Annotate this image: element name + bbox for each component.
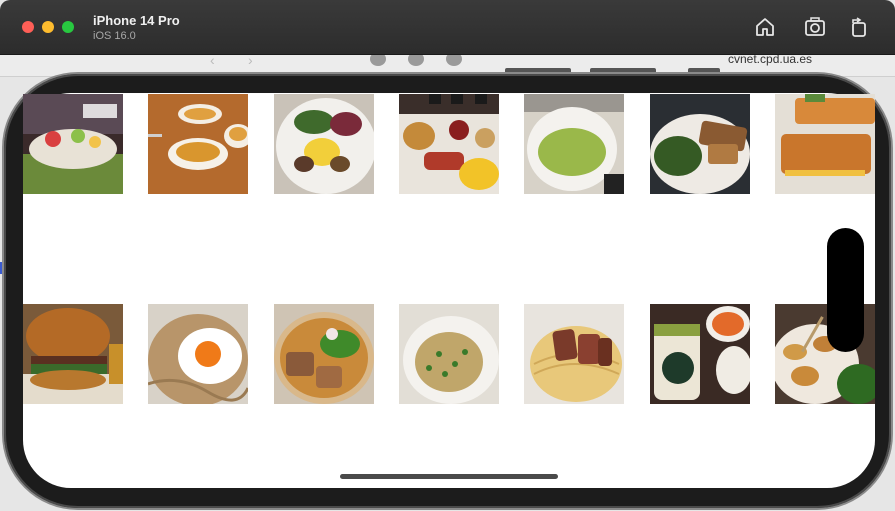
- screenshot-icon: [805, 17, 825, 36]
- screenshot-button[interactable]: [803, 15, 827, 39]
- photo-thumbnail[interactable]: [274, 94, 374, 194]
- eggs-salad-plate-image: [274, 94, 374, 194]
- minimize-window-button[interactable]: [42, 21, 54, 33]
- os-version: iOS 16.0: [93, 30, 136, 42]
- photo-thumbnail[interactable]: [23, 304, 123, 404]
- photo-thumbnail[interactable]: [524, 304, 624, 404]
- breakfast-platter-image: [399, 94, 499, 194]
- panini-salad-image: [650, 94, 750, 194]
- green-soup-bowl-image: [524, 94, 624, 194]
- close-window-button[interactable]: [22, 21, 34, 33]
- photo-thumbnail[interactable]: [650, 94, 750, 194]
- photo-thumbnail[interactable]: [524, 94, 624, 194]
- simulator-titlebar: iPhone 14 Pro iOS 16.0: [0, 0, 895, 55]
- device-name: iPhone 14 Pro: [93, 13, 180, 28]
- maximize-window-button[interactable]: [62, 21, 74, 33]
- home-button[interactable]: [753, 15, 777, 39]
- background-link: [0, 262, 3, 274]
- dynamic-island: [827, 228, 864, 352]
- noodles-pork-image: [524, 304, 624, 404]
- pasta-herbs-image: [399, 304, 499, 404]
- photo-thumbnail[interactable]: [399, 304, 499, 404]
- home-icon: [756, 18, 774, 36]
- burger-image: [23, 304, 123, 404]
- rotate-button[interactable]: [847, 15, 871, 39]
- rotate-icon: [852, 17, 866, 37]
- home-indicator[interactable]: [340, 474, 558, 479]
- photo-thumbnail[interactable]: [148, 94, 248, 194]
- ramen-fried-egg-image: [148, 304, 248, 404]
- coffee-cup-food-image: [650, 304, 750, 404]
- photo-thumbnail[interactable]: [399, 94, 499, 194]
- creme-brulee-image: [148, 94, 248, 194]
- photo-thumbnail[interactable]: [148, 304, 248, 404]
- toasted-sandwich-image: [775, 94, 875, 194]
- photo-thumbnail[interactable]: [274, 304, 374, 404]
- birthday-cake-image: [23, 94, 123, 194]
- photo-thumbnail[interactable]: [775, 94, 875, 194]
- ramen-bowl-image: [274, 304, 374, 404]
- photo-thumbnail[interactable]: [650, 304, 750, 404]
- photo-thumbnail[interactable]: [23, 94, 123, 194]
